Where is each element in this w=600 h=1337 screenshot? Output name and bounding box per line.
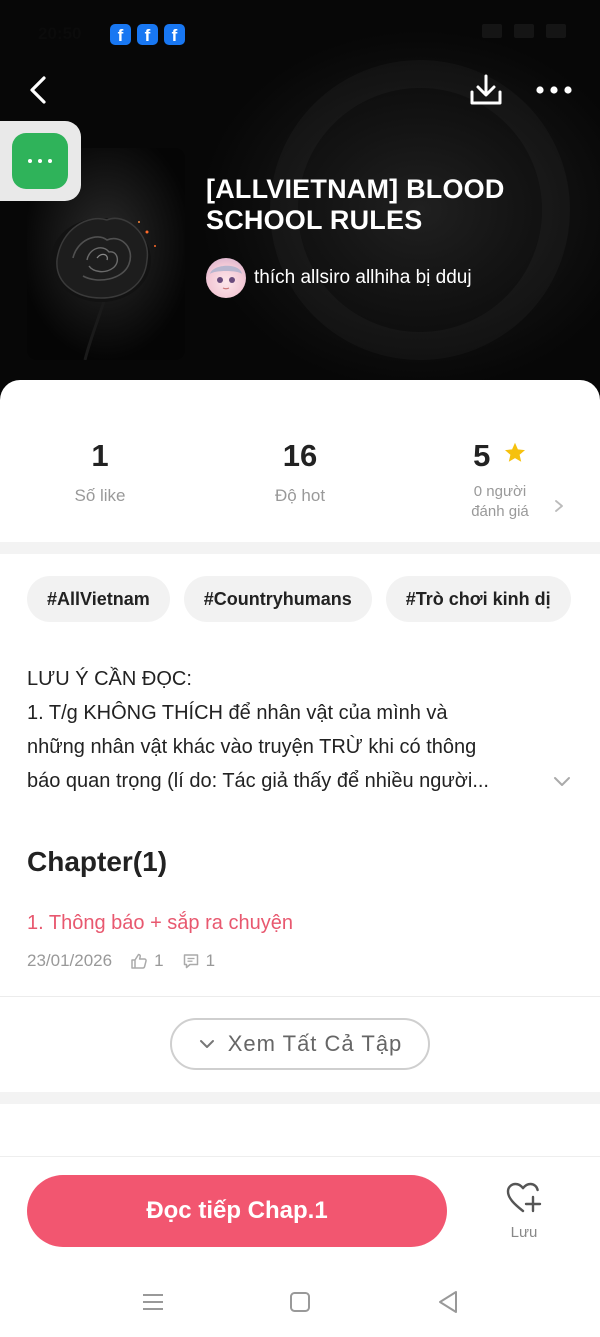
- more-options-button[interactable]: [532, 70, 576, 110]
- floating-button-face: [12, 133, 68, 189]
- back-button[interactable]: [20, 70, 60, 110]
- facebook-icon: f: [137, 24, 158, 45]
- status-bar: 20:50 f f f: [0, 18, 600, 52]
- notification-icons: f f f: [110, 24, 185, 45]
- author-info[interactable]: thích allsiro allhiha bị dduj: [206, 258, 472, 298]
- rating-count-label: 0 người: [473, 483, 527, 500]
- likes-label: Số like: [74, 486, 126, 505]
- book-header: 20:50 f f f [ALLVIETNAM] BLOOD SCHOOL RU…: [0, 0, 600, 420]
- chapter-divider: [0, 996, 600, 997]
- back-arrow-icon: [30, 76, 46, 104]
- section-divider: [0, 1092, 600, 1104]
- signal-icon: [482, 24, 502, 38]
- dots-icon: [28, 159, 52, 163]
- rating-value-row: 5: [400, 436, 600, 476]
- chevron-down-icon: [198, 1038, 216, 1050]
- view-all-chapters-button[interactable]: Xem Tất Cả Tập: [170, 1018, 430, 1070]
- chevron-right-icon[interactable]: [552, 498, 566, 519]
- battery-icon: [546, 24, 566, 38]
- save-label: Lưu: [510, 1224, 538, 1241]
- description-line: báo quan trọng (lí do: Tác giả thấy để n…: [27, 770, 489, 792]
- facebook-icon: f: [110, 24, 131, 45]
- triangle-back-icon: [439, 1291, 457, 1313]
- tag-chip[interactable]: #Countryhumans: [183, 576, 372, 622]
- tag-list: #AllVietnam #Countryhumans #Trò chơi kin…: [27, 576, 571, 622]
- wifi-icon: [514, 24, 534, 38]
- hot-count: 16: [282, 438, 318, 473]
- thumbs-up-icon: [130, 952, 148, 970]
- author-avatar[interactable]: [206, 258, 246, 298]
- stats-row: 1 Số like 16 Độ hot 5 0 người đánh giá: [0, 380, 600, 540]
- chapter-item[interactable]: 1. Thông báo + sắp ra chuyện 23/01/2026 …: [27, 912, 573, 971]
- heart-plus-icon: [506, 1182, 542, 1213]
- section-divider: [0, 542, 600, 554]
- recent-apps-button[interactable]: [137, 1286, 169, 1318]
- description-line: những nhân vật khác vào truyện TRỪ khi c…: [27, 736, 477, 758]
- star-icon: [503, 435, 527, 475]
- author-name[interactable]: thích allsiro allhiha bị dduj: [254, 267, 472, 289]
- continue-reading-button[interactable]: Đọc tiếp Chap.1: [27, 1175, 447, 1247]
- book-description[interactable]: LƯU Ý CẦN ĐỌC: 1. T/g KHÔNG THÍCH để nhâ…: [27, 662, 547, 798]
- view-all-label: Xem Tất Cả Tập: [227, 1031, 403, 1056]
- menu-icon: [143, 1294, 163, 1310]
- chapter-like-count: 1: [154, 951, 164, 970]
- save-to-library-button[interactable]: Lưu: [494, 1181, 554, 1249]
- home-button[interactable]: [284, 1286, 316, 1318]
- stat-likes: 1 Số like: [0, 436, 200, 506]
- square-icon: [290, 1292, 310, 1312]
- rating-label: đánh giá: [471, 503, 529, 520]
- system-navigation-bar: [0, 1270, 600, 1337]
- tag-chip[interactable]: #AllVietnam: [27, 576, 170, 622]
- description-line: LƯU Ý CẦN ĐỌC:: [27, 668, 192, 690]
- book-title: [ALLVIETNAM] BLOOD SCHOOL RULES: [206, 174, 505, 235]
- stat-hot: 16 Độ hot: [200, 436, 400, 506]
- description-line: 1. T/g KHÔNG THÍCH để nhân vật của mình …: [27, 702, 448, 724]
- more-horizontal-icon: [536, 86, 572, 94]
- comment-icon: [182, 952, 200, 970]
- facebook-icon: f: [164, 24, 185, 45]
- chapter-heading: Chapter(1): [27, 846, 168, 877]
- chapter-meta: 23/01/2026 1 1: [27, 951, 573, 971]
- status-indicators: [482, 24, 566, 38]
- avatar-image: [210, 265, 242, 290]
- likes-count: 1: [91, 438, 109, 473]
- back-nav-button[interactable]: [432, 1286, 464, 1318]
- tag-chip[interactable]: #Trò chơi kinh dị: [385, 576, 571, 622]
- chapter-date: 23/01/2026: [27, 951, 113, 970]
- download-button[interactable]: [466, 70, 506, 110]
- expand-description-chevron-icon[interactable]: [552, 774, 572, 793]
- hot-label: Độ hot: [274, 486, 326, 505]
- chapter-title[interactable]: 1. Thông báo + sắp ra chuyện: [27, 912, 573, 935]
- floating-assistant-button[interactable]: [0, 121, 81, 201]
- status-time: 20:50: [38, 24, 82, 43]
- download-icon: [470, 74, 502, 105]
- rating-value: 5: [473, 438, 491, 473]
- stat-rating[interactable]: 5 0 người đánh giá: [400, 436, 600, 522]
- chapter-comment-count: 1: [205, 951, 216, 970]
